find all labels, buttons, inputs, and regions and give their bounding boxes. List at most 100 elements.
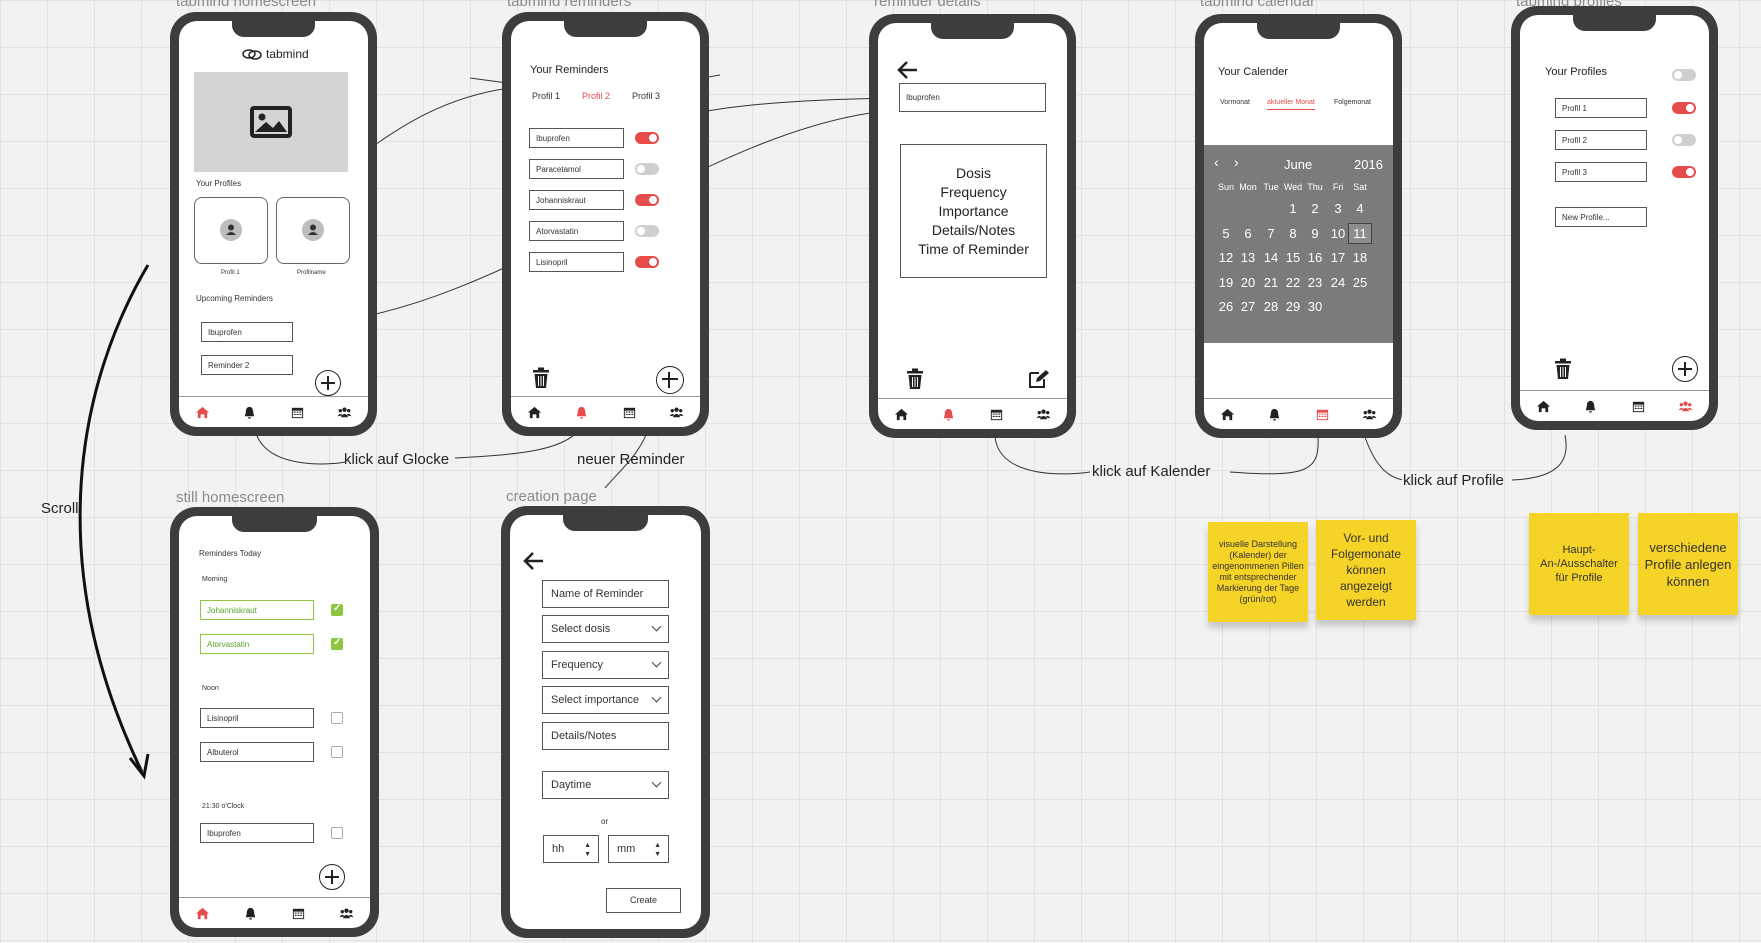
checkbox-noon-2[interactable] <box>331 746 343 758</box>
evening-item-1[interactable]: Ibuprofen <box>200 823 314 843</box>
home-icon[interactable] <box>195 405 210 420</box>
calendar-day[interactable]: 29 <box>1281 299 1305 314</box>
checkbox-noon-1[interactable] <box>331 712 343 724</box>
noon-item-2[interactable]: Albuterol <box>200 742 314 762</box>
minute-stepper[interactable]: mm ▲ ▼ <box>608 835 669 863</box>
add-button[interactable] <box>315 370 341 396</box>
reminder-item[interactable]: Paracetamol <box>529 159 624 179</box>
create-button[interactable]: Create <box>606 888 681 913</box>
users-icon[interactable] <box>339 906 354 921</box>
tab-folgemonat[interactable]: Folgemonat <box>1334 99 1371 106</box>
reminder-item[interactable]: Lisinopril <box>529 252 624 272</box>
calendar-day[interactable]: 9 <box>1303 226 1327 241</box>
calendar-day[interactable]: 27 <box>1236 299 1260 314</box>
profile-card-2[interactable] <box>276 197 350 264</box>
calendar-day[interactable]: 28 <box>1259 299 1283 314</box>
calendar-day[interactable]: 3 <box>1326 201 1350 216</box>
next-month-icon[interactable]: › <box>1234 154 1239 170</box>
calendar-day[interactable]: 15 <box>1281 250 1305 265</box>
back-arrow-icon[interactable] <box>897 60 919 80</box>
add-button[interactable] <box>319 864 345 890</box>
reminder-toggle[interactable] <box>635 132 659 144</box>
tab-profil-2[interactable]: Profil 2 <box>582 91 610 101</box>
reminder-item[interactable]: Johanniskraut <box>529 190 624 210</box>
profile-toggle[interactable] <box>1672 102 1696 114</box>
tab-profil-3[interactable]: Profil 3 <box>632 91 660 101</box>
reminder-toggle[interactable] <box>635 163 659 175</box>
trash-icon[interactable] <box>531 367 551 389</box>
profile-toggle[interactable] <box>1672 134 1696 146</box>
bell-icon[interactable] <box>574 405 589 420</box>
calendar-icon[interactable] <box>989 407 1004 422</box>
calendar-day[interactable]: 1 <box>1281 201 1305 216</box>
calendar-day[interactable]: 17 <box>1326 250 1350 265</box>
reminder-name-field[interactable]: Ibuprofen <box>899 83 1046 112</box>
calendar-day[interactable]: 18 <box>1348 250 1372 265</box>
home-icon[interactable] <box>1536 399 1551 414</box>
calendar-day[interactable]: 26 <box>1214 299 1238 314</box>
home-icon[interactable] <box>527 405 542 420</box>
calendar-day[interactable]: 10 <box>1326 226 1350 241</box>
home-icon[interactable] <box>195 906 210 921</box>
calendar-day[interactable]: 19 <box>1214 275 1238 290</box>
calendar-day[interactable]: 8 <box>1281 226 1305 241</box>
reminder-item[interactable]: Atorvastatin <box>529 221 624 241</box>
calendar-day[interactable]: 25 <box>1348 275 1372 290</box>
users-icon[interactable] <box>1036 407 1051 422</box>
profile-item[interactable]: Profil 2 <box>1555 130 1647 150</box>
calendar-icon[interactable] <box>291 906 306 921</box>
calendar-day[interactable]: 11 <box>1348 222 1372 244</box>
morning-item-1[interactable]: Johanniskraut <box>200 600 314 620</box>
prev-month-icon[interactable]: ‹ <box>1214 154 1219 170</box>
calendar-day[interactable]: 14 <box>1259 250 1283 265</box>
upcoming-reminder-1[interactable]: Ibuprofen <box>201 322 293 342</box>
calendar-day[interactable]: 24 <box>1326 275 1350 290</box>
calendar-day[interactable]: 2 <box>1303 201 1327 216</box>
bell-icon[interactable] <box>941 407 956 422</box>
home-icon[interactable] <box>1220 407 1235 422</box>
main-profiles-toggle[interactable] <box>1672 69 1696 81</box>
checkbox-evening-1[interactable] <box>331 827 343 839</box>
calendar-icon[interactable] <box>622 405 637 420</box>
calendar-day[interactable]: 22 <box>1281 275 1305 290</box>
morning-item-2[interactable]: Atorvastatin <box>200 634 314 654</box>
checkbox-morning-2[interactable] <box>331 637 343 650</box>
calendar-day[interactable]: 6 <box>1236 226 1260 241</box>
users-icon[interactable] <box>1678 399 1693 414</box>
upcoming-reminder-2[interactable]: Reminder 2 <box>201 355 293 375</box>
back-arrow-icon[interactable] <box>523 551 545 571</box>
new-profile-field[interactable]: New Profile... <box>1555 207 1647 227</box>
notes-input[interactable]: Details/Notes <box>542 722 669 750</box>
reminder-item[interactable]: Ibuprofen <box>529 128 624 148</box>
calendar-day[interactable]: 4 <box>1348 201 1372 216</box>
calendar-day[interactable]: 23 <box>1303 275 1327 290</box>
frequency-select[interactable]: Frequency <box>542 651 669 679</box>
reminder-toggle[interactable] <box>635 256 659 268</box>
checkbox-morning-1[interactable] <box>331 603 343 616</box>
trash-icon[interactable] <box>1553 358 1573 380</box>
calendar-icon[interactable] <box>290 405 305 420</box>
calendar-icon[interactable] <box>1315 407 1330 422</box>
bell-icon[interactable] <box>1267 407 1282 422</box>
calendar-day[interactable]: 16 <box>1303 250 1327 265</box>
add-reminder-button[interactable] <box>656 366 684 394</box>
dosis-select[interactable]: Select dosis <box>542 615 669 643</box>
calendar-day[interactable]: 20 <box>1236 275 1260 290</box>
bell-icon[interactable] <box>243 906 258 921</box>
reminder-name-input[interactable]: Name of Reminder <box>542 580 669 608</box>
daytime-select[interactable]: Daytime <box>542 771 669 799</box>
profile-card-1[interactable] <box>194 197 268 264</box>
edit-icon[interactable] <box>1028 369 1050 389</box>
calendar-icon[interactable] <box>1631 399 1646 414</box>
profile-item[interactable]: Profil 1 <box>1555 98 1647 118</box>
importance-select[interactable]: Select importance <box>542 686 669 714</box>
bell-icon[interactable] <box>1583 399 1598 414</box>
calendar-day[interactable]: 30 <box>1303 299 1327 314</box>
profile-item[interactable]: Profil 3 <box>1555 162 1647 182</box>
users-icon[interactable] <box>669 405 684 420</box>
hour-stepper[interactable]: hh ▲ ▼ <box>543 835 599 863</box>
calendar-day[interactable]: 21 <box>1259 275 1283 290</box>
tab-aktueller-monat[interactable]: aktueller Monat <box>1267 99 1315 110</box>
users-icon[interactable] <box>337 405 352 420</box>
home-icon[interactable] <box>894 407 909 422</box>
